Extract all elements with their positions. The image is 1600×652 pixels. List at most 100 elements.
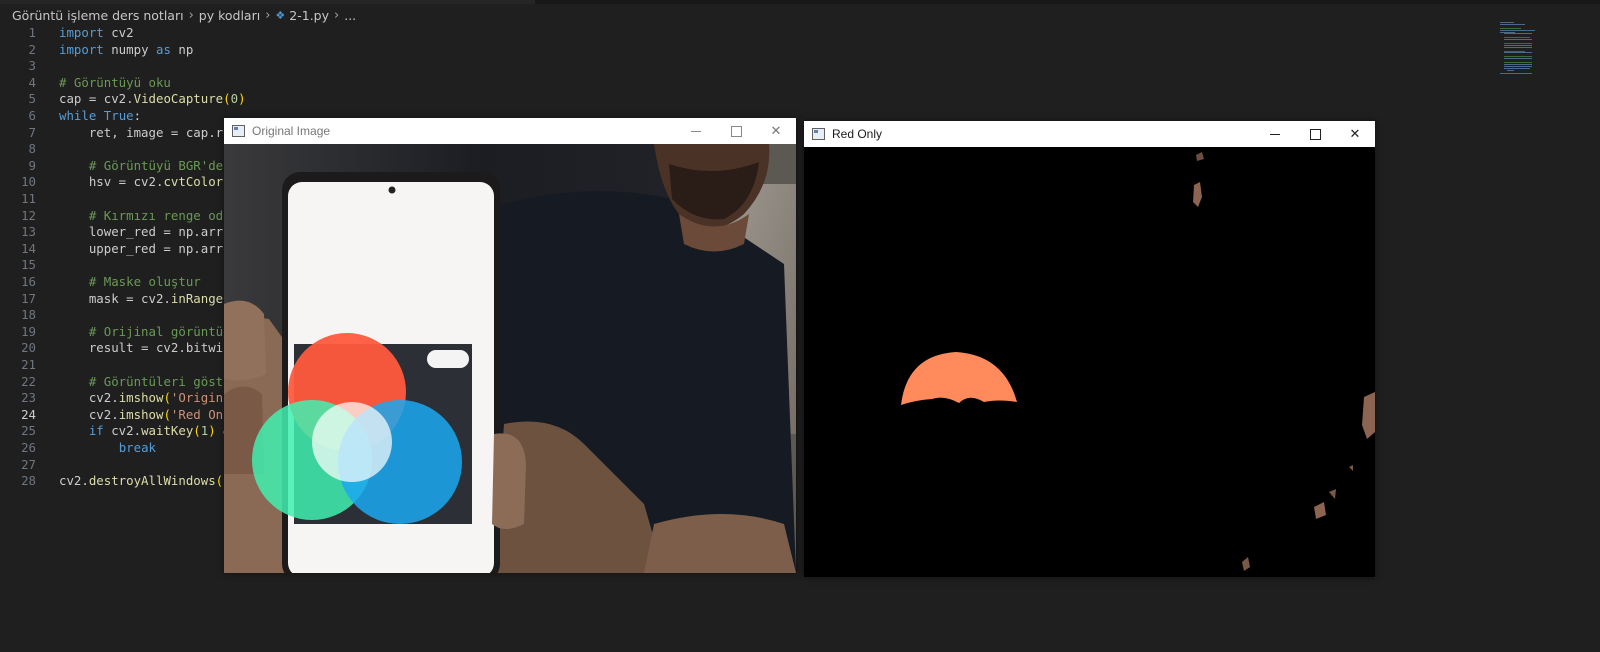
minimap-line: [1503, 65, 1532, 67]
minimap-line: [1503, 50, 1525, 52]
line-number: 2: [28, 41, 36, 57]
minimap-line: [1500, 31, 1516, 33]
minimap-line: [1503, 61, 1532, 63]
code-text[interactable]: import cv2: [59, 24, 134, 41]
code-text[interactable]: cv2.imshow('Original: [59, 389, 238, 406]
red-only-window[interactable]: Red Only ✕: [804, 121, 1375, 577]
code-text[interactable]: # Görüntüyü BGR'den: [59, 157, 231, 174]
minimap-line: [1503, 67, 1531, 69]
line-number: 10: [21, 174, 36, 190]
minimize-icon: [691, 130, 701, 132]
line-number: 20: [21, 340, 36, 356]
code-text[interactable]: upper_red = np.array: [59, 240, 238, 257]
close-icon: ✕: [770, 123, 782, 139]
minimap-line: [1500, 23, 1526, 25]
breadcrumb-symbol[interactable]: ...: [344, 8, 356, 23]
breadcrumb-folder[interactable]: Görüntü işleme ders notları: [12, 8, 184, 23]
minimize-button[interactable]: [676, 118, 716, 144]
camera-image: [224, 144, 796, 573]
maximize-icon: [1309, 128, 1321, 140]
code-text[interactable]: # Maske oluştur: [59, 273, 201, 290]
minimap-line: [1503, 37, 1531, 39]
line-number: 19: [21, 323, 36, 339]
line-number: 26: [21, 440, 36, 455]
minimap-line: [1507, 69, 1515, 71]
close-button[interactable]: ✕: [756, 118, 796, 144]
chevron-right-icon: ›: [334, 7, 340, 23]
code-text[interactable]: ret, image = cap.rea: [59, 124, 238, 141]
minimap-line: [1500, 27, 1521, 29]
minimap[interactable]: [1500, 22, 1590, 82]
code-text[interactable]: break: [59, 439, 156, 456]
line-number: 16: [21, 274, 36, 289]
minimap-line: [1503, 33, 1532, 35]
code-text[interactable]: mask = cv2.inRange(h: [59, 290, 238, 307]
code-text[interactable]: hsv = cv2.cvtColor(i: [59, 173, 238, 190]
camera-frame: [224, 144, 796, 573]
chevron-right-icon: ›: [188, 7, 194, 23]
line-number: 28: [21, 473, 36, 489]
code-text[interactable]: lower_red = np.array: [59, 223, 238, 240]
line-number: 9: [28, 157, 36, 173]
minimap-line: [1500, 29, 1535, 31]
code-text[interactable]: # Görüntüleri göster: [59, 373, 238, 390]
mask-frame: [804, 147, 1375, 577]
line-number: 11: [21, 191, 36, 206]
minimap-line: [1500, 22, 1514, 23]
code-text[interactable]: cap = cv2.VideoCapture(0): [59, 90, 246, 107]
line-number: 17: [21, 290, 36, 306]
close-button[interactable]: ✕: [1335, 121, 1375, 147]
close-icon: ✕: [1349, 126, 1361, 142]
red-mask-image: [804, 147, 1375, 577]
python-file-icon: ❖: [275, 8, 286, 22]
maximize-icon: [730, 125, 742, 137]
minimap-line: [1503, 46, 1532, 48]
minimize-icon: [1270, 133, 1280, 135]
line-number: 27: [21, 456, 36, 472]
code-text[interactable]: if cv2.waitKey(1) &: [59, 422, 231, 439]
original-image-window[interactable]: Original Image ✕: [224, 118, 796, 573]
line-number: 14: [21, 240, 36, 256]
code-text[interactable]: # Görüntüyü oku: [59, 74, 171, 91]
line-number: 18: [21, 307, 36, 323]
window-title: Red Only: [832, 127, 883, 141]
code-text[interactable]: while True:: [59, 107, 141, 124]
line-number: 22: [21, 373, 36, 389]
code-text[interactable]: result = cv2.bitwise: [59, 339, 238, 356]
line-number: 3: [28, 58, 36, 74]
code-text[interactable]: cv2.imshow('Red Only: [59, 406, 238, 423]
minimap-line: [1503, 42, 1532, 44]
line-number: 15: [21, 257, 36, 273]
window-titlebar[interactable]: Red Only ✕: [804, 121, 1375, 147]
code-text[interactable]: cv2.destroyAllWindows(): [59, 472, 231, 489]
breadcrumb-file[interactable]: 2-1.py: [289, 8, 329, 23]
line-number: 13: [21, 224, 36, 240]
minimap-line: [1503, 58, 1532, 60]
line-number: 7: [28, 124, 36, 140]
line-number: 1: [28, 25, 36, 40]
maximize-button[interactable]: [716, 118, 756, 144]
line-number: 23: [21, 390, 36, 406]
minimap-line: [1500, 73, 1533, 75]
maximize-button[interactable]: [1295, 121, 1335, 147]
code-text[interactable]: # Orijinal görüntüde: [59, 323, 238, 340]
window-app-icon: [812, 128, 825, 140]
line-number: 25: [21, 423, 36, 439]
line-number: 12: [21, 207, 36, 223]
minimap-line: [1503, 52, 1532, 54]
breadcrumb-subfolder[interactable]: py kodları: [199, 8, 260, 23]
editor-tab-bar: [0, 0, 1600, 4]
code-text[interactable]: # Kırmızı renge odak: [59, 207, 238, 224]
active-tab-strip: [0, 0, 535, 4]
code-text[interactable]: import numpy as np: [59, 41, 193, 58]
chevron-right-icon: ›: [265, 7, 271, 23]
minimap-line: [1503, 39, 1532, 41]
window-titlebar[interactable]: Original Image ✕: [224, 118, 796, 144]
minimap-line: [1503, 63, 1532, 65]
window-app-icon: [232, 125, 245, 137]
line-number: 8: [28, 141, 36, 157]
minimize-button[interactable]: [1255, 121, 1295, 147]
line-number: 6: [28, 108, 36, 123]
minimap-line: [1503, 56, 1532, 58]
line-number: 21: [21, 357, 36, 372]
